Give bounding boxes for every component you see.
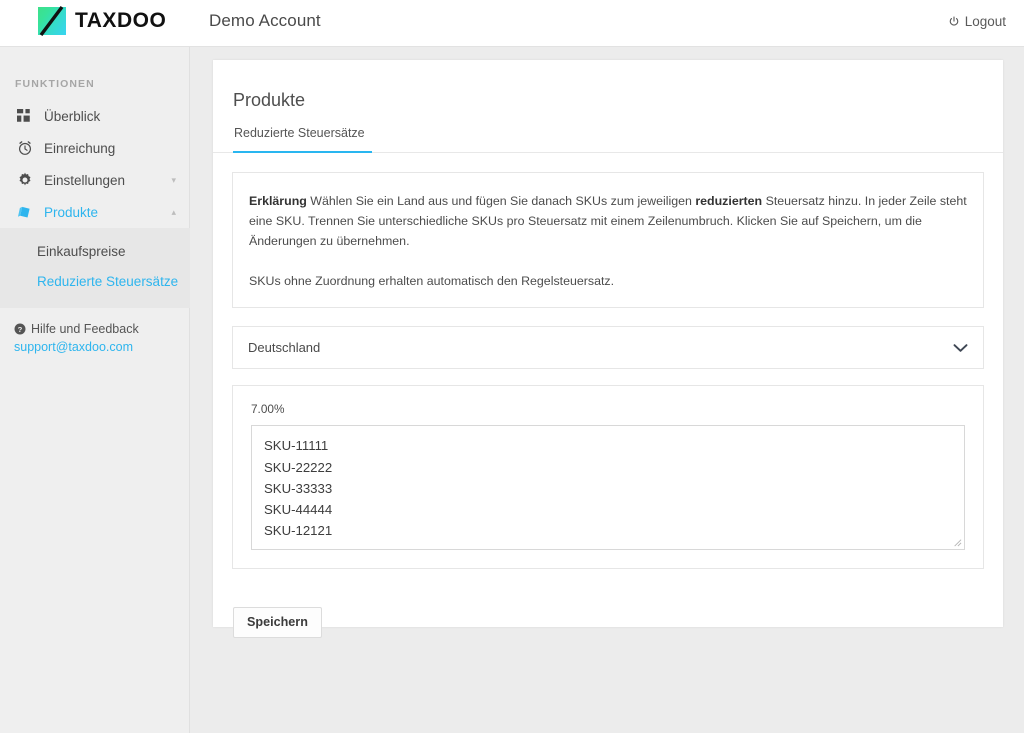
chevron-down-icon[interactable] — [953, 343, 968, 353]
logo-wordmark: TAXDOO — [75, 9, 167, 32]
sidebar-subitem-label: Einkaufspreise — [37, 243, 126, 259]
sidebar-item-produkte[interactable]: Produkte ▴ — [0, 196, 190, 228]
sidebar-subitem-einkaufspreise[interactable]: Einkaufspreise — [0, 236, 190, 266]
box-cube-icon — [15, 203, 34, 222]
tab-reduzierte-steuersaetze[interactable]: Reduzierte Steuersätze — [233, 126, 372, 153]
top-header-bar: TAXDOO Demo Account Logout — [0, 0, 1024, 47]
sidebar-item-label: Einreichung — [44, 140, 116, 156]
country-select-value: Deutschland — [248, 340, 321, 356]
tab-strip: Reduzierte Steuersätze — [233, 126, 372, 153]
save-button[interactable]: Speichern — [233, 607, 322, 639]
logout-button[interactable]: Logout — [948, 14, 1006, 29]
main-content-area: Produkte Reduzierte Steuersätze Erklärun… — [191, 47, 1024, 733]
sidebar-subitem-reduzierte-steuersaetze[interactable]: Reduzierte Steuersätze — [0, 266, 190, 296]
question-circle-icon: ? — [14, 323, 26, 335]
sidebar-section-label: FUNKTIONEN — [15, 78, 95, 90]
resize-grip-icon[interactable] — [951, 536, 962, 547]
country-select[interactable]: Deutschland — [232, 326, 984, 370]
sidebar-submenu-produkte: Einkaufspreise Reduzierte Steuersätze — [0, 228, 190, 308]
power-icon — [949, 15, 959, 26]
sidebar-item-label: Überblick — [44, 108, 101, 124]
taxdoo-logo-icon — [38, 5, 66, 37]
support-email-link[interactable]: support@taxdoo.com — [14, 340, 139, 354]
explanation-lead: Erklärung — [249, 194, 307, 208]
chevron-down-icon[interactable]: ▾ — [171, 176, 176, 185]
sidebar-help-block: ? Hilfe und Feedback support@taxdoo.com — [14, 322, 139, 354]
help-and-feedback-link[interactable]: ? Hilfe und Feedback — [14, 322, 139, 336]
svg-text:?: ? — [18, 325, 23, 334]
help-and-feedback-label: Hilfe und Feedback — [31, 322, 139, 336]
gear-icon — [15, 171, 34, 190]
grid-dashboard-icon — [15, 107, 34, 126]
brand-logo[interactable]: TAXDOO — [38, 5, 167, 37]
page-title: Produkte — [233, 90, 306, 110]
sidebar: FUNKTIONEN Überblick Einreichung Einstel… — [0, 47, 190, 733]
explanation-paragraph-2: SKUs ohne Zuordnung erhalten automatisch… — [249, 274, 615, 289]
explanation-text-part1: Wählen Sie ein Land aus und fügen Sie da… — [306, 194, 696, 208]
sidebar-item-einreichung[interactable]: Einreichung — [0, 132, 190, 164]
logo-slash-shape — [39, 5, 64, 37]
rate-label: 7.00% — [251, 402, 285, 417]
explanation-panel: Erklärung Wählen Sie ein Land aus und fü… — [232, 172, 984, 309]
sidebar-item-uberblick[interactable]: Überblick — [0, 100, 190, 132]
chevron-up-icon[interactable]: ▴ — [171, 208, 176, 217]
card-header: Produkte Reduzierte Steuersätze — [213, 60, 1003, 153]
explanation-paragraph-1: Erklärung Wählen Sie ein Land aus und fü… — [249, 191, 967, 251]
alarm-clock-icon — [15, 139, 34, 158]
sku-textarea[interactable]: SKU-11111 SKU-22222 SKU-33333 SKU-44444 … — [251, 425, 965, 551]
sidebar-item-label: Einstellungen — [44, 172, 126, 188]
card-body: Erklärung Wählen Sie ein Land aus und fü… — [213, 153, 1003, 639]
sidebar-nav-list: Überblick Einreichung Einstellungen ▾ Pr… — [0, 100, 190, 308]
content-card: Produkte Reduzierte Steuersätze Erklärun… — [213, 60, 1003, 639]
explanation-bold-word: reduzierten — [695, 194, 763, 208]
reduced-rate-panel: 7.00% SKU-11111 SKU-22222 SKU-33333 SKU-… — [232, 385, 984, 570]
logout-label: Logout — [964, 14, 1006, 29]
sidebar-item-einstellungen[interactable]: Einstellungen ▾ — [0, 164, 190, 196]
account-name: Demo Account — [209, 11, 321, 30]
sidebar-subitem-label: Reduzierte Steuersätze — [37, 273, 179, 289]
sidebar-item-label: Produkte — [44, 204, 99, 220]
